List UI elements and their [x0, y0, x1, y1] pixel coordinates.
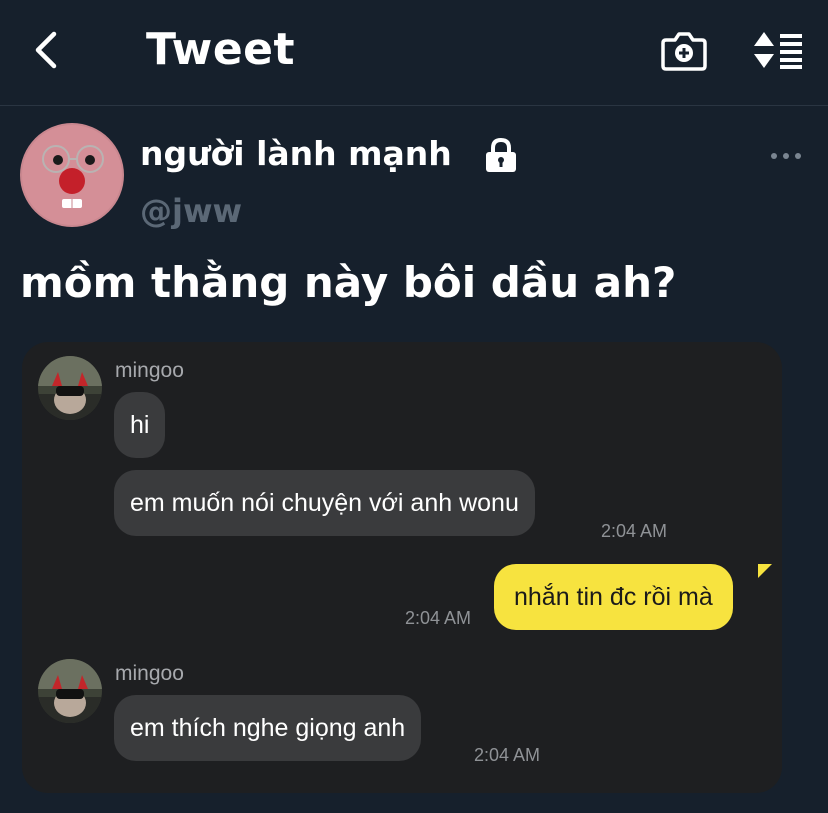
- chat-message-bubble: em thích nghe giọng anh: [114, 695, 422, 761]
- chat-sender-name: mingoo: [115, 359, 184, 382]
- chat-message-bubble: em muốn nói chuyện với anh wonu: [114, 470, 535, 536]
- sort-arrows-icon: [754, 32, 802, 69]
- top-bar: Tweet: [0, 0, 828, 106]
- display-name[interactable]: người lành mạnh: [140, 134, 452, 173]
- chat-sender-name: mingoo: [115, 662, 184, 685]
- back-button[interactable]: [28, 28, 68, 72]
- chevron-left-icon: [35, 31, 57, 69]
- message-timestamp: 2:04 AM: [474, 745, 541, 765]
- username[interactable]: @jww: [140, 192, 242, 230]
- chat-message-bubble-sent: nhắn tin đc rồi mà: [494, 564, 733, 630]
- camera-button[interactable]: [660, 30, 708, 72]
- page-title: Tweet: [146, 24, 296, 75]
- message-timestamp: 2:04 AM: [405, 608, 472, 628]
- camera-plus-icon: [661, 32, 707, 71]
- author-avatar[interactable]: [20, 123, 124, 227]
- more-dots-icon: [771, 153, 801, 159]
- tweet-media-image[interactable]: mingoo hi em muốn nói chuyện với anh won…: [22, 342, 782, 793]
- tweet-text: mồm thằng này bôi dầu ah?: [20, 258, 677, 307]
- message-timestamp: 2:04 AM: [601, 521, 668, 541]
- more-options-button[interactable]: [768, 146, 804, 166]
- lock-icon: [486, 137, 516, 172]
- chat-avatar: [38, 659, 102, 723]
- chat-message-bubble: hi: [114, 392, 166, 458]
- chat-avatar: [38, 356, 102, 420]
- tweet-page: Tweet người lành mạnh @jww mồm thằng này…: [0, 0, 828, 813]
- sort-button[interactable]: [752, 30, 804, 70]
- bubble-tail-shape: [758, 564, 772, 578]
